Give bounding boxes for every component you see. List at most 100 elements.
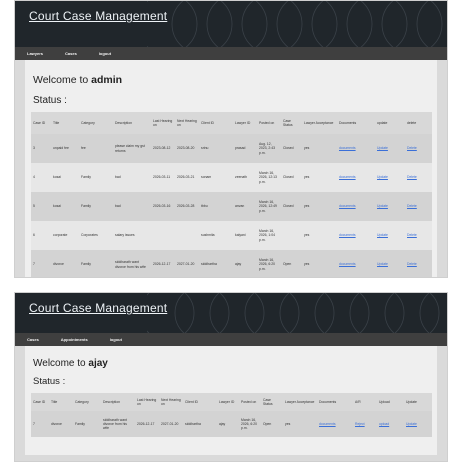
cell-text: March 16, 2026, 12:49 p.m. <box>259 200 277 213</box>
cell-text: divorce <box>51 421 62 426</box>
cell-text: 2026-03-16 <box>153 204 171 209</box>
table-cell: Corporates <box>79 221 113 250</box>
column-header: Lawyer Acceptance <box>302 112 337 134</box>
cell-text: bad <box>115 204 121 209</box>
table-row: 3 unpaid fee fee please claim my gst return… <box>31 134 432 163</box>
table-cell: 2027-01-20 <box>159 411 183 437</box>
cell-text: zeenath <box>235 175 248 180</box>
admin-cases-table: Case ID Title Category Description Last Hear… <box>31 112 432 277</box>
nav-lawyers[interactable]: Lawyers <box>27 51 43 56</box>
cell-text: 2027-01-20 <box>161 421 179 426</box>
table-cell: Update <box>375 192 405 221</box>
cell-link-delete[interactable]: Delete <box>407 262 417 266</box>
status-heading: Status : <box>33 376 66 387</box>
cell-text: yes <box>285 421 291 426</box>
column-header: Next Hearing on <box>175 112 199 134</box>
column-header: Category <box>73 393 101 411</box>
table-cell: zeenath <box>233 163 257 192</box>
table-cell: sonam <box>199 163 233 192</box>
table-cell: Open <box>261 411 283 437</box>
table-cell: srinu <box>199 134 233 163</box>
table-cell <box>175 221 199 250</box>
nav-appointments[interactable]: Appointments <box>61 337 88 342</box>
nav-logout[interactable]: logout <box>110 337 122 342</box>
column-header: Last Hearing on <box>135 393 159 411</box>
cell-link-delete[interactable]: Delete <box>407 233 417 237</box>
cell-link-update[interactable]: Update <box>377 146 388 150</box>
decorative-rings-pattern <box>147 293 440 333</box>
table-cell: ajay <box>233 250 257 277</box>
cell-link-update[interactable]: Update <box>377 175 388 179</box>
admin-dashboard-screenshot: Court Case Management Lawyers Cases logo… <box>14 0 448 278</box>
table-cell: fee <box>79 134 113 163</box>
cell-text: kosai <box>53 175 61 180</box>
table-cell: unpaid fee <box>51 134 79 163</box>
table-cell: 2027-01-20 <box>175 250 199 277</box>
cell-text: yes <box>304 204 310 209</box>
admin-navbar: Lawyers Cases logout <box>15 47 447 60</box>
nav-logout[interactable]: logout <box>99 51 111 56</box>
cell-link-documents[interactable]: documents <box>319 422 336 426</box>
cell-link-documents[interactable]: documents <box>339 262 356 266</box>
table-cell: Delete <box>405 192 432 221</box>
cell-link-update[interactable]: Update <box>377 204 388 208</box>
cell-text: 2026-12-17 <box>153 262 171 267</box>
table-cell: siddharath want divorce from his wife <box>101 411 135 437</box>
cell-link-delete[interactable]: Delete <box>407 146 417 150</box>
cell-text: 3 <box>33 146 35 151</box>
cell-text: salary issues <box>115 233 135 238</box>
cell-link-delete[interactable]: Delete <box>407 204 417 208</box>
cell-text: Family <box>75 421 85 426</box>
nav-cases[interactable]: Cases <box>65 51 77 56</box>
table-row: 7 divorce Family siddharath want divorce fr… <box>31 411 432 437</box>
cell-text: please claim my gst returns <box>115 144 145 153</box>
column-header: Posted on <box>257 112 281 134</box>
content-panel: Welcome to ajay Status : Case ID Title Cat… <box>25 346 437 455</box>
cell-link-documents[interactable]: documents <box>339 233 356 237</box>
table-cell: March 16, 2026, 12:49 p.m. <box>257 192 281 221</box>
table-cell: Delete <box>405 221 432 250</box>
cell-link-a-r[interactable]: Reject <box>355 422 365 426</box>
cell-text: 4 <box>33 175 35 180</box>
table-cell: 7 <box>31 250 51 277</box>
cell-text: 2026-03-11 <box>153 175 171 180</box>
table-cell: Update <box>404 411 432 437</box>
cell-link-update[interactable]: Update <box>377 233 388 237</box>
cell-link-documents[interactable]: documents <box>339 146 356 150</box>
table-cell: 2026-03-28 <box>175 192 199 221</box>
table-cell <box>281 221 302 250</box>
cell-text: bad <box>115 175 121 180</box>
table-cell: kosai <box>51 192 79 221</box>
cell-text: Open <box>263 421 272 426</box>
nav-cases[interactable]: Cases <box>27 337 39 342</box>
table-cell <box>151 221 175 250</box>
table-cell: Closed <box>281 134 302 163</box>
welcome-username: ajay <box>88 358 108 369</box>
lawyer-cases-table: Case ID Title Category Description Last Hear… <box>31 393 432 437</box>
table-cell: March 16, 2026, 1:04 p.m. <box>257 221 281 250</box>
table-cell: 2026-03-11 <box>151 163 175 192</box>
table-cell: yes <box>302 134 337 163</box>
table-cell: tbbu <box>199 192 233 221</box>
column-header: Next Hearing on <box>159 393 183 411</box>
content-panel: Welcome to admin Status : Case ID Title Ca… <box>25 60 437 277</box>
cell-link-upload[interactable]: upload <box>379 422 389 426</box>
cell-link-documents[interactable]: documents <box>339 204 356 208</box>
cell-link-update[interactable]: Update <box>406 422 417 426</box>
cell-link-update[interactable]: Update <box>377 262 388 266</box>
welcome-heading: Welcome to admin <box>33 74 122 86</box>
column-header: delete <box>405 112 432 134</box>
cell-text: yes <box>304 146 310 151</box>
column-header: Last Hearing on <box>151 112 175 134</box>
cell-text: 5 <box>33 204 35 209</box>
cell-link-delete[interactable]: Delete <box>407 175 417 179</box>
table-cell: documents <box>337 250 375 277</box>
column-header: Client ID <box>183 393 217 411</box>
cell-link-documents[interactable]: documents <box>339 175 356 179</box>
cell-text: srinu <box>201 146 209 151</box>
column-header: Posted on <box>239 393 261 411</box>
table-cell: upload <box>377 411 404 437</box>
table-cell: anvan <box>233 192 257 221</box>
table-cell: 6 <box>31 221 51 250</box>
table-row: 6 corporate Corporates salary issues sushmit… <box>31 221 432 250</box>
